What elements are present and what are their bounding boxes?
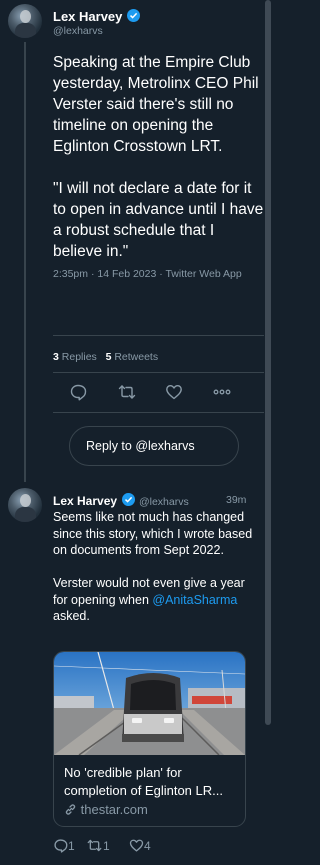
tweet-header: Lex Harvey @lexharvs [53,492,253,510]
tweet-time[interactable]: 39m [226,494,246,506]
retweet-icon [87,839,102,852]
like-count: 4 [144,839,151,853]
link-card-image [54,652,245,755]
reply-icon [54,839,68,853]
verified-badge-icon [121,493,135,506]
divider [53,335,264,336]
tweet-actions [53,383,253,403]
reply-button[interactable]: 1 [53,838,75,856]
more-icon[interactable] [212,383,231,401]
scrollbar-thumb[interactable] [265,0,271,725]
retweets-count[interactable]: 5 [106,351,112,363]
link-card-domain: thestar.com [64,802,148,817]
avatar[interactable] [8,4,42,38]
reply-input[interactable]: Reply to @lexharvs [69,426,239,466]
replies-count[interactable]: 3 [53,351,59,363]
tweet-text: Speaking at the Empire Club yesterday, M… [53,52,265,262]
link-card-domain-text: thestar.com [80,802,148,817]
author-name[interactable]: Lex Harvey [53,9,122,24]
tweet-stats: 3 Replies 5 Retweets [53,351,158,363]
like-icon [129,839,144,852]
retweets-label[interactable]: Retweets [114,351,158,363]
author-handle[interactable]: @lexharvs [139,496,189,508]
tweet-timestamp[interactable]: 2:35pm · 14 Feb 2023 · Twitter Web App [53,267,253,282]
like-icon[interactable] [165,383,183,401]
divider [53,412,264,413]
link-card[interactable]: No 'credible plan' for completion of Egl… [53,651,246,827]
tweet-paragraph: Verster would not even give a year for o… [53,575,253,625]
tweet-header: Lex Harvey [53,8,140,26]
reply-icon[interactable] [69,383,87,401]
tweet-paragraph-text: asked. [53,609,90,623]
link-card-title: No 'credible plan' for completion of Egl… [64,765,223,798]
retweet-icon[interactable] [118,383,136,401]
retweet-count: 1 [103,839,110,853]
thread-line [24,42,26,482]
author-handle[interactable]: @lexharvs [53,25,103,37]
verified-badge-icon [126,9,140,22]
tweet-text: Seems like not much has changed since th… [53,509,253,625]
author-name[interactable]: Lex Harvey [53,494,117,508]
mention-link[interactable]: @AnitaSharma [152,593,237,607]
divider [53,372,264,373]
reply-input-label: Reply to @lexharvs [86,439,195,453]
tweet-paragraph: Seems like not much has changed since th… [53,510,253,557]
like-button[interactable]: 4 [129,838,151,856]
reply-count: 1 [68,839,75,853]
tweet-quote: "I will not declare a date for it to ope… [53,180,264,260]
retweet-button[interactable]: 1 [86,838,110,856]
avatar[interactable] [8,488,42,522]
tweet-actions: 1 1 4 [53,838,253,856]
tweet-paragraph: Speaking at the Empire Club yesterday, M… [53,54,259,155]
replies-label[interactable]: Replies [62,351,97,363]
scrollbar[interactable] [264,0,272,865]
link-icon [65,804,76,815]
